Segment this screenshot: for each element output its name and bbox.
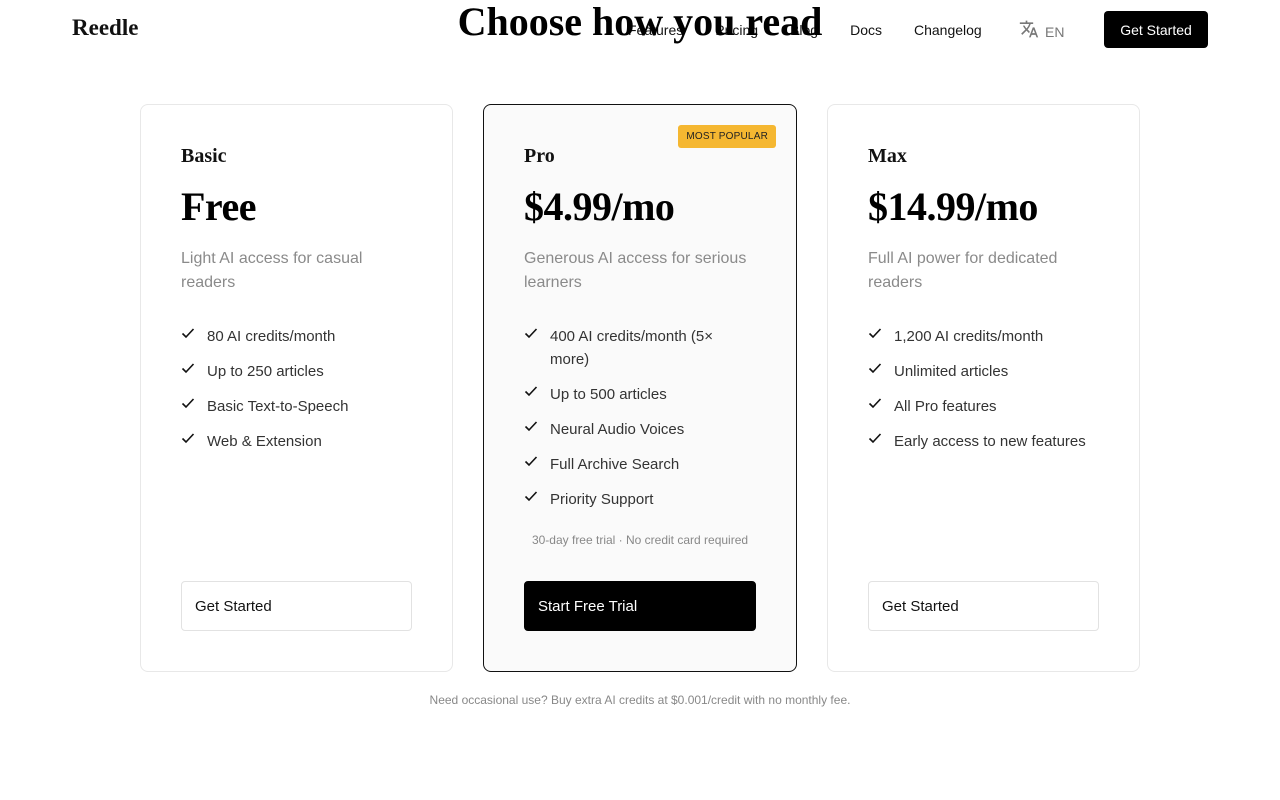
feature-list: 400 AI credits/month (5× more) Up to 500…	[524, 325, 756, 523]
list-item: Basic Text-to-Speech	[181, 395, 413, 418]
plan-price: $4.99/mo	[524, 184, 675, 229]
plan-description: Full AI power for dedicated readers	[868, 250, 1058, 291]
check-icon	[524, 421, 538, 432]
list-item: Neural Audio Voices	[524, 418, 756, 441]
list-item: Early access to new features	[868, 430, 1100, 453]
check-icon	[524, 328, 538, 339]
plan-name: Max	[868, 145, 907, 167]
feature-text: 1,200 AI credits/month	[894, 328, 1044, 345]
list-item: 1,200 AI credits/month	[868, 325, 1100, 348]
check-icon	[868, 363, 882, 374]
feature-text: Web & Extension	[207, 433, 322, 450]
check-icon	[868, 433, 882, 444]
most-popular-badge: MOST POPULAR	[678, 125, 776, 148]
check-icon	[524, 491, 538, 502]
feature-text: Neural Audio Voices	[550, 421, 685, 438]
max-get-started-button[interactable]: Get Started	[868, 581, 1099, 631]
feature-text: Priority Support	[550, 491, 654, 508]
check-icon	[181, 363, 195, 374]
list-item: Web & Extension	[181, 430, 413, 453]
translate-icon	[1019, 19, 1039, 44]
nav-link-features[interactable]: Features	[628, 21, 683, 39]
check-icon	[524, 456, 538, 467]
list-item: 400 AI credits/month (5× more)	[524, 325, 756, 371]
plan-card-pro: MOST POPULAR Pro $4.99/mo Generous AI ac…	[483, 104, 797, 672]
credits-footnote: Need occasional use? Buy extra AI credit…	[429, 693, 851, 707]
feature-text: Up to 500 articles	[550, 386, 667, 403]
list-item: Up to 250 articles	[181, 360, 413, 383]
list-item: 80 AI credits/month	[181, 325, 413, 348]
list-item: Full Archive Search	[524, 453, 756, 476]
plan-description: Light AI access for casual readers	[181, 250, 363, 291]
nav-link-blog[interactable]: Blog	[790, 21, 818, 39]
check-icon	[524, 386, 538, 397]
feature-text: Basic Text-to-Speech	[207, 398, 349, 415]
plan-card-basic: Basic Free Light AI access for casual re…	[140, 104, 453, 672]
nav-link-docs[interactable]: Docs	[850, 21, 882, 39]
nav-get-started-button[interactable]: Get Started	[1104, 11, 1208, 48]
top-nav: Reedle Features Pricing Blog Docs Change…	[0, 0, 1280, 60]
feature-text: Up to 250 articles	[207, 363, 324, 380]
plan-name: Pro	[524, 145, 555, 167]
feature-text: Early access to new features	[894, 433, 1086, 450]
plan-price: $14.99/mo	[868, 184, 1038, 229]
nav-link-changelog[interactable]: Changelog	[914, 21, 982, 39]
start-free-trial-button[interactable]: Start Free Trial	[524, 581, 756, 631]
list-item: Priority Support	[524, 488, 756, 511]
check-icon	[181, 328, 195, 339]
nav-link-pricing[interactable]: Pricing	[715, 21, 758, 39]
basic-get-started-button[interactable]: Get Started	[181, 581, 412, 631]
language-selector[interactable]: EN	[1019, 19, 1064, 44]
plan-card-max: Max $14.99/mo Full AI power for dedicate…	[827, 104, 1140, 672]
feature-text: Full Archive Search	[550, 456, 680, 473]
list-item: Unlimited articles	[868, 360, 1100, 383]
feature-list: 80 AI credits/month Up to 250 articles B…	[181, 325, 413, 465]
feature-list: 1,200 AI credits/month Unlimited article…	[868, 325, 1100, 465]
brand-logo[interactable]: Reedle	[72, 15, 138, 41]
check-icon	[868, 398, 882, 409]
check-icon	[868, 328, 882, 339]
plan-name: Basic	[181, 145, 227, 167]
language-label: EN	[1045, 23, 1065, 40]
feature-text: 400 AI credits/month (5× more)	[550, 328, 714, 368]
nav-links: Features Pricing Blog Docs Changelog	[628, 21, 1014, 39]
check-icon	[181, 433, 195, 444]
feature-text: 80 AI credits/month	[207, 328, 336, 345]
list-item: All Pro features	[868, 395, 1100, 418]
list-item: Up to 500 articles	[524, 383, 756, 406]
plan-description: Generous AI access for serious learners	[524, 250, 747, 291]
check-icon	[181, 398, 195, 409]
feature-text: Unlimited articles	[894, 363, 1009, 380]
feature-text: All Pro features	[894, 398, 997, 415]
plan-price: Free	[181, 184, 256, 229]
trial-note: 30-day free trial · No credit card requi…	[531, 533, 749, 547]
